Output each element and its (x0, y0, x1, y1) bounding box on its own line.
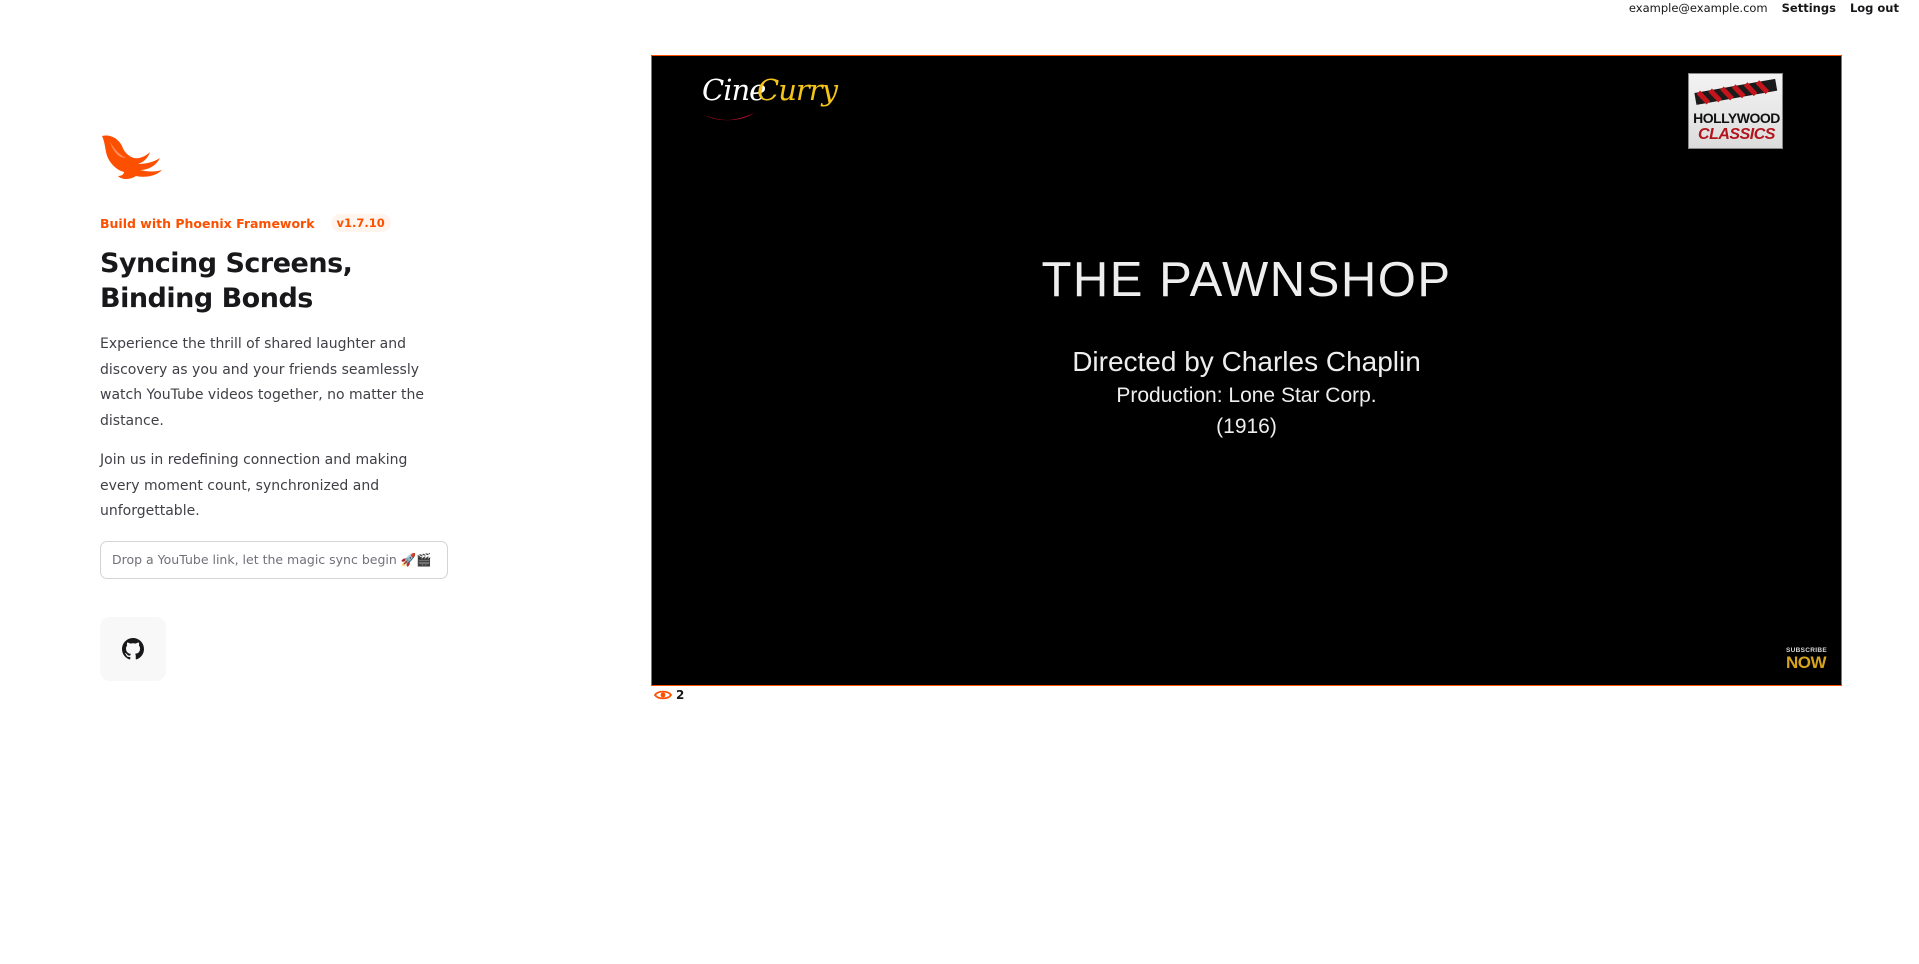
framework-eyebrow: Build with Phoenix Framework v1.7.10 (100, 214, 460, 232)
intro-paragraph: Experience the thrill of shared laughter… (100, 336, 424, 429)
github-icon (122, 637, 144, 659)
settings-link[interactable]: Settings (1782, 1, 1836, 15)
cinecurry-logo-part2: Curry (757, 73, 838, 107)
user-email: example@example.com (1628, 1, 1768, 15)
eye-icon (654, 690, 672, 700)
film-title: THE PAWNSHOP (1041, 253, 1452, 307)
youtube-link-input[interactable] (100, 540, 448, 579)
cinecurry-logo-part1: Cine (702, 73, 766, 107)
clapperboard-icon (1694, 78, 1778, 105)
swoosh-icon (704, 113, 754, 121)
subscribe-overlay[interactable]: SUBSCRIBE NOW (1786, 647, 1827, 672)
hollywood-text: HOLLYWOOD (1693, 110, 1780, 126)
cinecurry-logo: Cine Curry (702, 73, 838, 123)
viewer-count: 2 (654, 688, 684, 702)
version-badge: v1.7.10 (330, 214, 391, 232)
subscribe-big-text: NOW (1786, 653, 1827, 672)
video-player[interactable]: Cine Curry HOLLYWOOD CLASSICS THE PAWNSH… (651, 55, 1842, 686)
film-director: Directed by Charles Chaplin (1072, 346, 1421, 377)
mission-paragraph: Join us in redefining connection and mak… (100, 452, 408, 519)
film-production: Production: Lone Star Corp. (1116, 384, 1377, 407)
film-year: (1916) (1216, 415, 1277, 438)
github-button[interactable] (100, 616, 166, 681)
classics-text: CLASSICS (1698, 126, 1775, 143)
hollywood-classics-logo: HOLLYWOOD CLASSICS (1688, 73, 1783, 149)
phoenix-logo-icon (102, 135, 162, 179)
logout-link[interactable]: Log out (1850, 1, 1899, 15)
viewer-count-value: 2 (676, 688, 685, 702)
account-bar: example@example.com Settings Log out (1629, 0, 1899, 16)
hero-section: Build with Phoenix Framework v1.7.10 Syn… (100, 132, 460, 681)
page-title: Syncing Screens, Binding Bonds (100, 248, 353, 314)
framework-label: Build with Phoenix Framework (100, 215, 315, 231)
